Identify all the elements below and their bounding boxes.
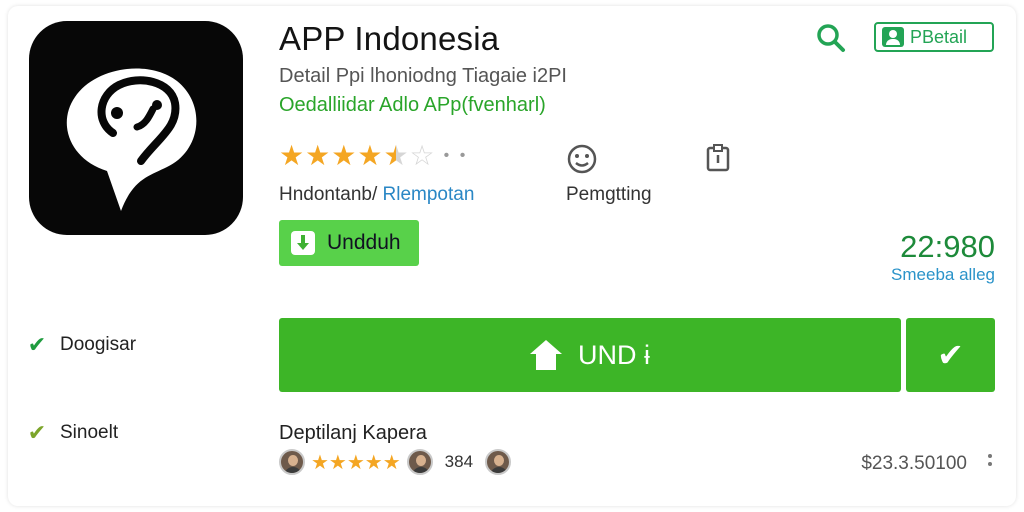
download-count: 22:980 (900, 229, 995, 264)
star-icon: ★ (279, 140, 305, 171)
avatar[interactable] (406, 449, 433, 475)
app-subtitle: Detail Ppi lhoniodng Tiagaie i2PI (279, 65, 567, 87)
reviews-title: Deptilanj Kapera (279, 422, 427, 444)
more-options-icon[interactable] (988, 452, 992, 468)
star-icon: ★ (305, 140, 331, 171)
star-icon: ★ (357, 140, 383, 171)
checkmark-icon: ✔ (27, 332, 47, 357)
review-row: ★★★★★ 384 (279, 449, 512, 475)
rating-caption-right[interactable]: Rlempotan (383, 184, 475, 205)
detail-button[interactable]: PBetail (874, 22, 994, 52)
app-logo-icon (29, 21, 243, 235)
checkmark-icon: ✔ (27, 420, 47, 445)
avatar[interactable] (279, 449, 305, 475)
star-empty-icon: ☆ (409, 140, 435, 171)
price: $23.3.50100 (861, 453, 967, 474)
rating-stars: ★ ★ ★ ★ ★ ☆ • • (279, 142, 468, 170)
detail-button-label: PBetail (910, 26, 968, 47)
app-title: APP Indonesia (279, 20, 500, 57)
home-icon (530, 340, 562, 370)
rating-caption: Hndontanb/ Rlempotan (279, 184, 474, 206)
check-icon: ✔ (937, 337, 964, 373)
side-item-label: Doogisar (60, 334, 137, 355)
download-main-button[interactable]: UND ɨ (279, 318, 901, 392)
user-icon (882, 27, 904, 47)
side-item-1[interactable]: ✔ Doogisar (26, 332, 136, 358)
meta-caption: Pemgtting (566, 184, 652, 205)
review-count: 384 (444, 452, 474, 471)
star-icon: ★ (331, 140, 357, 171)
smiley-icon (566, 143, 598, 175)
download-arrow-icon (291, 231, 315, 255)
download-count-caption[interactable]: Smeeba alleg (891, 265, 995, 285)
avatar[interactable] (485, 449, 512, 475)
search-button[interactable] (812, 22, 852, 54)
review-stars: ★★★★★ (311, 451, 401, 474)
side-item-2[interactable]: ✔ Sinoelt (26, 420, 118, 446)
search-icon (817, 24, 845, 52)
side-item-label: Sinoelt (60, 422, 119, 443)
rating-extra: • • (443, 147, 469, 164)
rating-caption-left: Hndontanb/ (279, 184, 383, 205)
tag-icon (703, 143, 733, 173)
download-main-label: UND ɨ (578, 339, 650, 370)
confirm-button[interactable]: ✔ (906, 318, 995, 392)
star-half-icon: ★ (383, 140, 409, 171)
download-small-label: Undduh (327, 231, 401, 254)
developer-link[interactable]: Oedalliidar Adlo APp(fvenharl) (279, 94, 546, 117)
download-small-button[interactable]: Undduh (279, 220, 419, 266)
